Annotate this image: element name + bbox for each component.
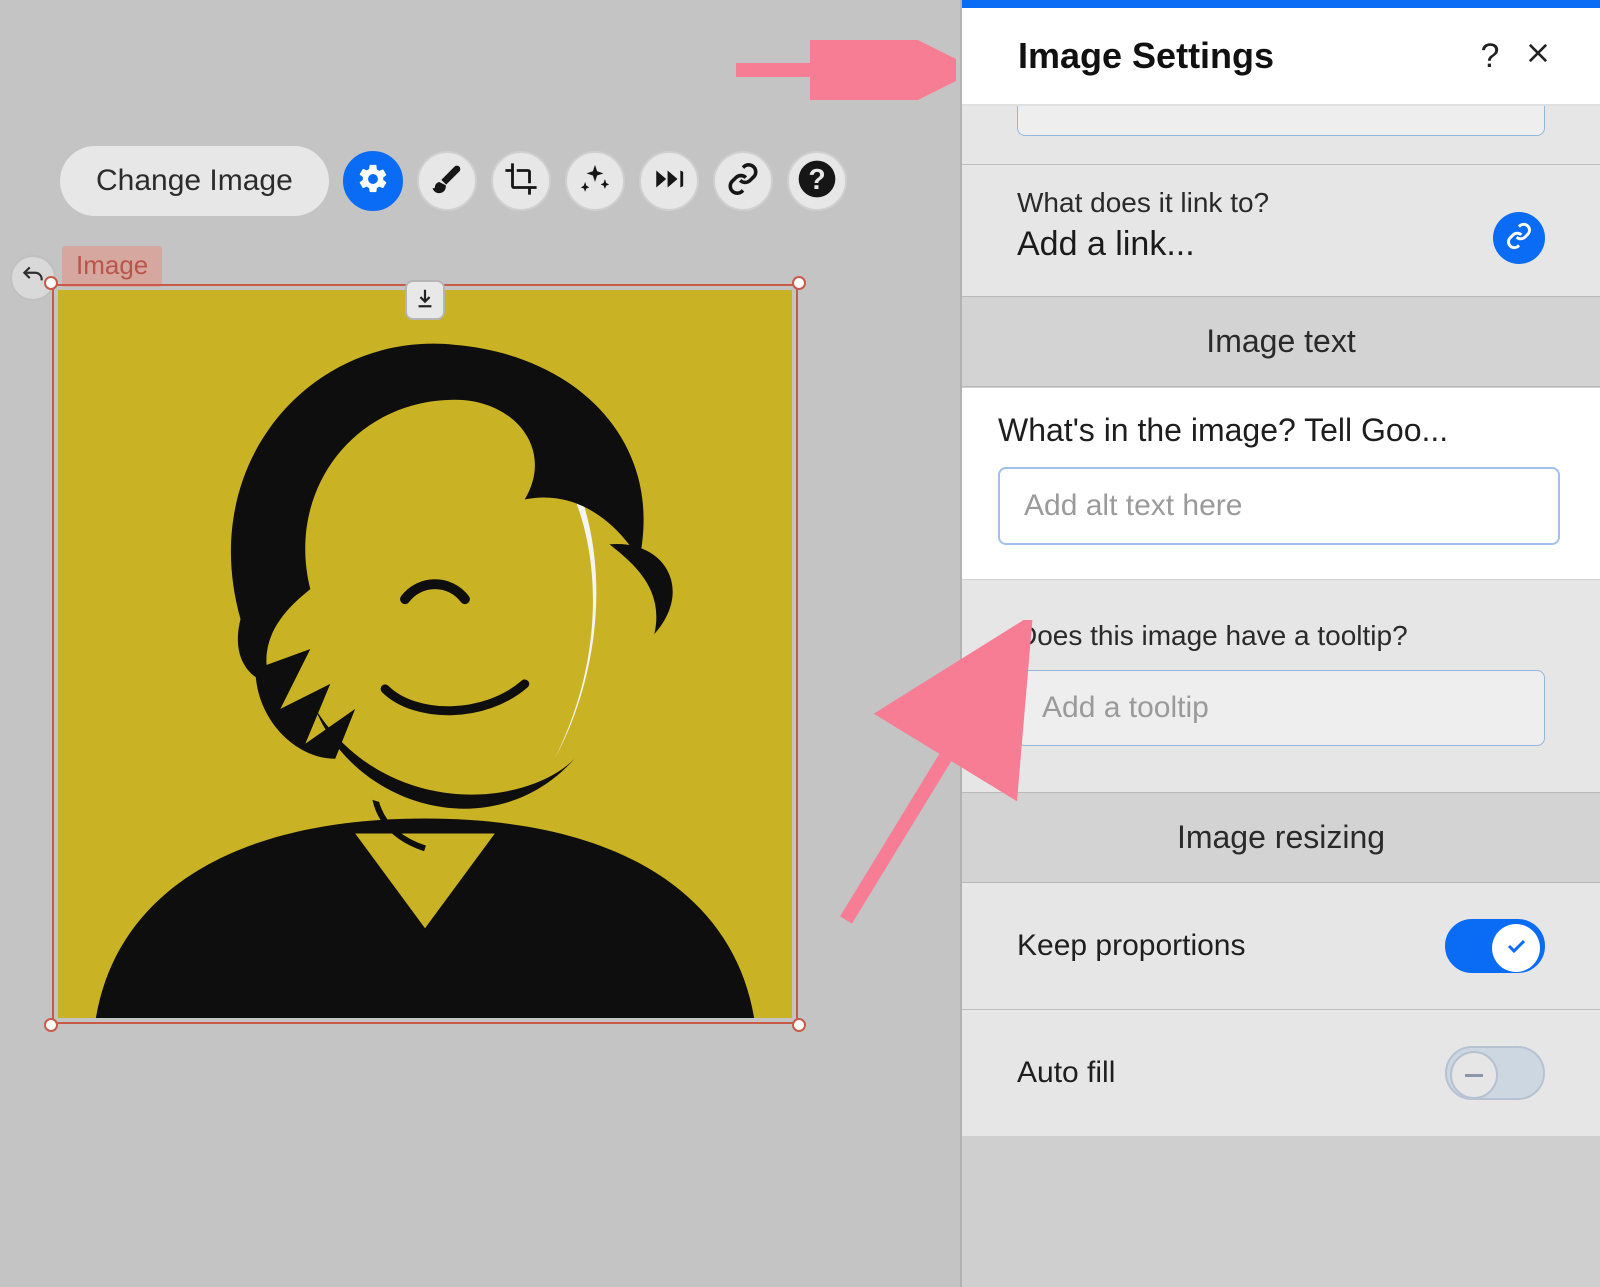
alt-text-section: What's in the image? Tell Goo... xyxy=(962,387,1600,580)
svg-text:?: ? xyxy=(808,164,825,196)
animation-button[interactable] xyxy=(639,151,699,211)
download-icon xyxy=(414,287,436,314)
auto-fill-row: Auto fill xyxy=(962,1009,1600,1136)
selected-image[interactable]: Image xyxy=(52,284,798,1024)
settings-button[interactable] xyxy=(343,151,403,211)
undo-icon xyxy=(20,263,46,294)
keep-proportions-label: Keep proportions xyxy=(1017,929,1246,963)
question-icon: ? xyxy=(1481,37,1500,76)
close-icon xyxy=(1524,37,1552,76)
panel-accent-bar xyxy=(962,0,1600,8)
check-icon xyxy=(1504,934,1528,963)
crop-button[interactable] xyxy=(491,151,551,211)
design-button[interactable] xyxy=(417,151,477,211)
element-type-label: Image xyxy=(62,246,162,287)
sparkle-icon xyxy=(578,162,612,201)
question-circle-icon: ? xyxy=(797,159,837,204)
add-link-button[interactable] xyxy=(1493,212,1545,264)
link-icon xyxy=(726,162,760,201)
alt-text-input[interactable] xyxy=(998,467,1560,545)
resize-handle-tr[interactable] xyxy=(792,276,806,290)
download-image-button[interactable] xyxy=(405,280,445,320)
link-label: What does it link to? xyxy=(1017,187,1473,219)
image-text-heading: Image text xyxy=(962,296,1600,387)
resize-handle-bl[interactable] xyxy=(44,1018,58,1032)
alt-text-label: What's in the image? Tell Goo... xyxy=(998,412,1560,449)
animation-icon xyxy=(652,162,686,201)
selection-outline xyxy=(52,284,798,1024)
image-resizing-heading: Image resizing xyxy=(962,792,1600,883)
link-icon xyxy=(1505,222,1533,255)
change-image-button[interactable]: Change Image xyxy=(60,146,329,216)
image-settings-panel: Image Settings ? What does it link to? A… xyxy=(960,0,1600,1287)
link-value[interactable]: Add a link... xyxy=(1017,225,1473,264)
peek-input[interactable] xyxy=(1017,106,1545,136)
resize-handle-br[interactable] xyxy=(792,1018,806,1032)
auto-fill-toggle[interactable] xyxy=(1445,1046,1545,1100)
link-section: What does it link to? Add a link... xyxy=(962,164,1600,296)
crop-icon xyxy=(504,162,538,201)
link-button[interactable] xyxy=(713,151,773,211)
gear-icon xyxy=(356,162,390,201)
panel-help-button[interactable]: ? xyxy=(1466,32,1514,80)
tooltip-label: Does this image have a tooltip? xyxy=(1017,620,1545,652)
tooltip-section: Does this image have a tooltip? xyxy=(962,580,1600,792)
tooltip-input[interactable] xyxy=(1017,670,1545,746)
brush-icon xyxy=(430,162,464,201)
panel-close-button[interactable] xyxy=(1514,32,1562,80)
keep-proportions-row: Keep proportions xyxy=(962,883,1600,1009)
panel-scroll-peek xyxy=(962,106,1600,164)
image-toolbar: Change Image xyxy=(60,146,847,216)
panel-header: Image Settings ? xyxy=(962,8,1600,106)
resize-handle-tl[interactable] xyxy=(44,276,58,290)
filters-button[interactable] xyxy=(565,151,625,211)
minus-icon xyxy=(1465,1074,1483,1077)
help-button[interactable]: ? xyxy=(787,151,847,211)
panel-title: Image Settings xyxy=(1018,35,1466,77)
auto-fill-label: Auto fill xyxy=(1017,1056,1115,1090)
keep-proportions-toggle[interactable] xyxy=(1445,919,1545,973)
